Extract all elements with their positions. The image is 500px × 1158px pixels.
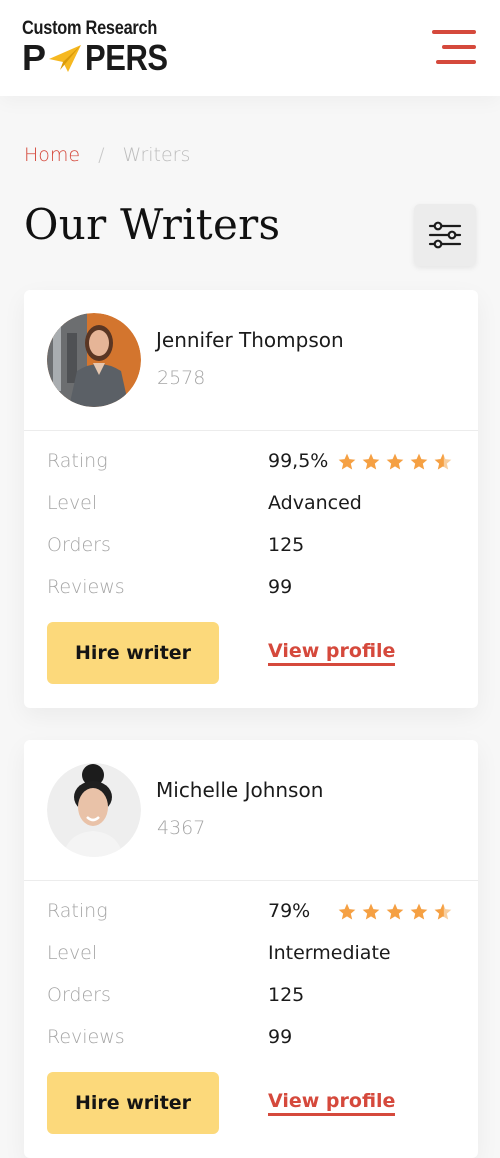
- hire-writer-button[interactable]: Hire writer: [47, 1072, 219, 1134]
- orders-row: Orders 125: [47, 534, 457, 564]
- reviews-row: Reviews 99: [47, 576, 457, 606]
- page-title: Our Writers: [24, 200, 281, 249]
- level-label: Level: [47, 942, 98, 964]
- rating-row: Rating 99,5%: [47, 450, 457, 480]
- menu-bar-icon: [432, 30, 476, 34]
- star-icon: [362, 903, 380, 920]
- breadcrumb: Home / Writers: [24, 144, 190, 166]
- view-profile-link[interactable]: View profile: [268, 1090, 396, 1116]
- rating-label: Rating: [47, 900, 108, 922]
- avatar[interactable]: [47, 313, 141, 407]
- star-icon: [338, 453, 356, 470]
- level-label: Level: [47, 492, 98, 514]
- orders-label: Orders: [47, 984, 111, 1006]
- site-header: Custom Research P PERS: [0, 0, 500, 96]
- reviews-label: Reviews: [47, 1026, 125, 1048]
- divider: [24, 430, 478, 431]
- breadcrumb-home-link[interactable]: Home: [24, 144, 80, 166]
- orders-value: 125: [268, 984, 305, 1006]
- filter-button[interactable]: [414, 204, 476, 266]
- half-star-icon: [434, 903, 452, 920]
- writer-card: Jennifer Thompson 2578 Rating 99,5% Leve…: [24, 290, 478, 708]
- view-profile-link[interactable]: View profile: [268, 640, 396, 666]
- star-icon: [386, 453, 404, 470]
- star-icon: [386, 903, 404, 920]
- breadcrumb-separator: /: [98, 144, 105, 166]
- menu-bar-icon: [442, 45, 476, 49]
- writer-name[interactable]: Michelle Johnson: [156, 778, 323, 802]
- rating-row: Rating 79%: [47, 900, 457, 930]
- menu-bar-icon: [436, 60, 476, 64]
- hamburger-menu-button[interactable]: [428, 28, 478, 68]
- reviews-value: 99: [268, 1026, 293, 1048]
- rating-label: Rating: [47, 450, 108, 472]
- avatar[interactable]: [47, 763, 141, 857]
- rating-value: 99,5%: [268, 450, 329, 472]
- writer-name[interactable]: Jennifer Thompson: [156, 328, 344, 352]
- divider: [24, 880, 478, 881]
- star-icon: [410, 453, 428, 470]
- reviews-label: Reviews: [47, 576, 125, 598]
- paper-plane-icon: [48, 45, 81, 72]
- rating-value: 79%: [268, 900, 311, 922]
- writer-id: 4367: [157, 817, 206, 839]
- half-star-icon: [434, 453, 452, 470]
- level-value: Advanced: [268, 492, 362, 514]
- sliders-icon: [428, 221, 462, 249]
- logo-letter-p: P: [22, 37, 46, 78]
- orders-row: Orders 125: [47, 984, 457, 1014]
- logo-wordmark: P PERS: [22, 40, 181, 76]
- level-value: Intermediate: [268, 942, 391, 964]
- star-icon: [362, 453, 380, 470]
- level-row: Level Intermediate: [47, 942, 457, 972]
- orders-label: Orders: [47, 534, 111, 556]
- orders-value: 125: [268, 534, 305, 556]
- hire-writer-button[interactable]: Hire writer: [47, 622, 219, 684]
- logo[interactable]: Custom Research P PERS: [22, 18, 181, 76]
- star-rating: [337, 902, 453, 922]
- level-row: Level Advanced: [47, 492, 457, 522]
- writer-card: Michelle Johnson 4367 Rating 79% Level I…: [24, 740, 478, 1158]
- reviews-value: 99: [268, 576, 293, 598]
- breadcrumb-current: Writers: [122, 144, 191, 166]
- writer-id: 2578: [157, 367, 206, 389]
- star-rating: [337, 452, 453, 472]
- star-icon: [410, 903, 428, 920]
- logo-letters: PERS: [84, 37, 168, 78]
- reviews-row: Reviews 99: [47, 1026, 457, 1056]
- star-icon: [338, 903, 356, 920]
